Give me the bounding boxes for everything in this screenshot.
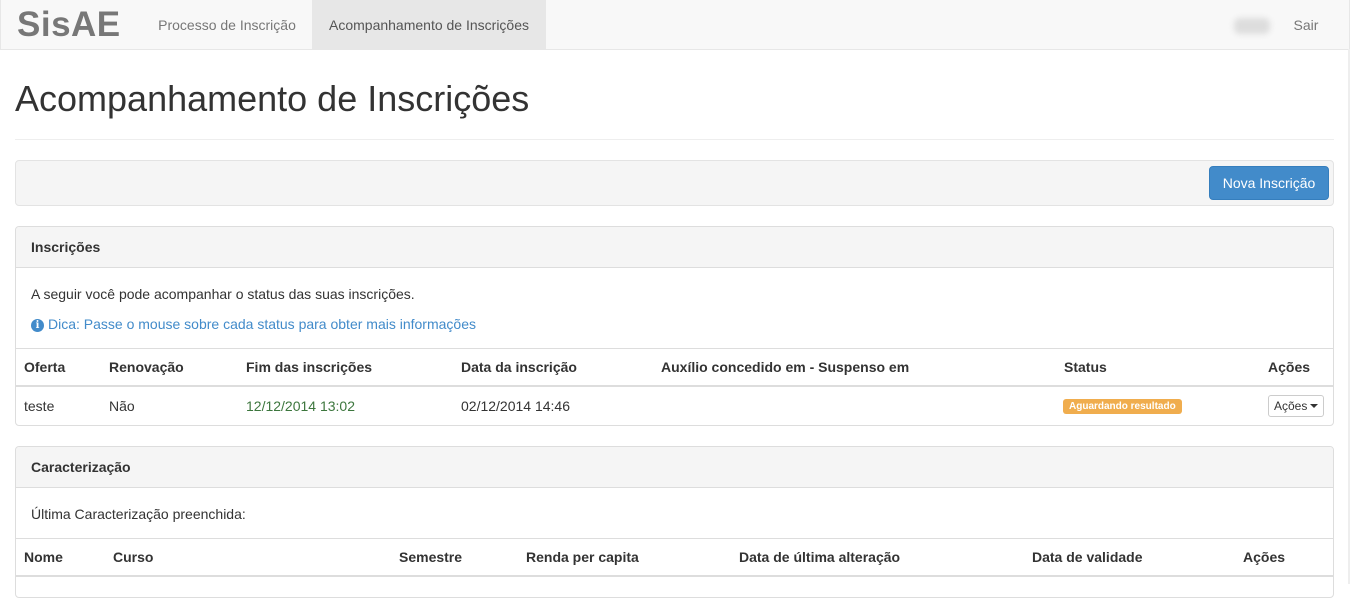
- brand-logo[interactable]: SisAE: [17, 5, 121, 45]
- col-header-data-inscricao: Data da inscrição: [461, 359, 577, 375]
- col-header-renovacao: Renovação: [109, 359, 184, 375]
- col-header-ultima-alteracao: Data de última alteração: [739, 549, 901, 565]
- status-badge[interactable]: Aguardando resultado: [1063, 399, 1182, 414]
- user-name-blurred[interactable]: [1234, 18, 1270, 34]
- inscricoes-panel: Inscrições A seguir você pode acompanhar…: [15, 226, 1334, 426]
- col-header-acoes: Ações: [1268, 359, 1311, 375]
- table-header-border: [16, 575, 1333, 577]
- cell-renovacao: Não: [109, 398, 135, 414]
- table-top-border: [16, 538, 1333, 539]
- col-header-auxilio: Auxílio concedido em - Suspenso em: [661, 359, 910, 375]
- col-header-semestre: Semestre: [399, 549, 463, 565]
- col-header-renda: Renda per capita: [526, 549, 639, 565]
- toolbar-well: Nova Inscrição: [15, 160, 1334, 206]
- col-header-validade: Data de validade: [1032, 549, 1143, 565]
- cell-fim-inscricoes: 12/12/2014 13:02: [246, 398, 355, 414]
- table-header-border: [16, 385, 1333, 387]
- cell-oferta: teste: [24, 398, 55, 414]
- table-top-border: [16, 348, 1333, 349]
- col-header-curso: Curso: [113, 549, 154, 565]
- col-header-acoes: Ações: [1243, 549, 1286, 565]
- top-navbar: SisAE Processo de Inscrição Acompanhamen…: [0, 0, 1350, 50]
- col-header-nome: Nome: [24, 549, 63, 565]
- col-header-oferta: Oferta: [24, 359, 66, 375]
- header-divider: [15, 139, 1334, 140]
- acoes-dropdown-button[interactable]: Ações: [1268, 395, 1325, 417]
- inscricoes-intro-text: A seguir você pode acompanhar o status d…: [31, 286, 415, 302]
- caracterizacao-panel-heading: Caracterização: [16, 447, 1333, 488]
- info-icon: i: [31, 319, 44, 332]
- caracterizacao-panel: Caracterização Última Caracterização pre…: [15, 446, 1334, 598]
- col-header-status: Status: [1064, 359, 1107, 375]
- col-header-fim-inscricoes: Fim das inscrições: [246, 359, 373, 375]
- nav-processo-inscricao[interactable]: Processo de Inscrição: [142, 0, 312, 49]
- caret-down-icon: [1310, 404, 1319, 408]
- status-tip: i Dica: Passe o mouse sobre cada status p…: [31, 316, 476, 332]
- logout-link[interactable]: Sair: [1279, 0, 1333, 49]
- cell-data-inscricao: 02/12/2014 14:46: [461, 398, 570, 414]
- inscricoes-panel-heading: Inscrições: [16, 227, 1333, 268]
- nav-acompanhamento-inscricoes[interactable]: Acompanhamento de Inscrições: [312, 0, 546, 49]
- status-tip-text: Dica: Passe o mouse sobre cada status pa…: [48, 316, 476, 332]
- page-title: Acompanhamento de Inscrições: [15, 78, 530, 119]
- acoes-dropdown-label: Ações: [1274, 399, 1308, 413]
- nova-inscricao-button[interactable]: Nova Inscrição: [1209, 166, 1329, 200]
- caracterizacao-intro-text: Última Caracterização preenchida:: [31, 506, 246, 522]
